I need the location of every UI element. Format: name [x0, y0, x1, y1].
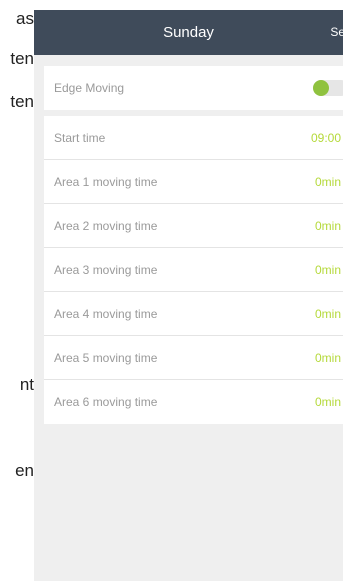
area-5-value: 0min — [314, 351, 341, 365]
start-time-value: 09:00 — [310, 131, 341, 145]
area-5-row[interactable]: Area 5 moving time 0min — [44, 336, 343, 380]
area-4-value: 0min — [314, 307, 341, 321]
save-button[interactable]: Se — [330, 10, 343, 55]
edge-moving-row[interactable]: Edge Moving — [44, 66, 343, 110]
side-text-2: ten — [10, 49, 34, 68]
area-4-row[interactable]: Area 4 moving time 0min — [44, 292, 343, 336]
edge-moving-label: Edge Moving — [54, 81, 125, 95]
side-text-1: as — [16, 9, 34, 28]
toggle-knob — [313, 80, 329, 96]
area-6-row[interactable]: Area 6 moving time 0min — [44, 380, 343, 424]
app-screen: Sunday Se Edge Moving Start time 09:00 A… — [34, 10, 343, 581]
area-6-value: 0min — [314, 395, 341, 409]
start-time-label: Start time — [54, 131, 106, 145]
top-bar: Sunday Se — [34, 10, 343, 55]
side-text-4: nt — [19, 375, 34, 394]
page-title: Sunday — [163, 24, 214, 41]
area-1-label: Area 1 moving time — [54, 175, 158, 189]
area-3-row[interactable]: Area 3 moving time 0min — [44, 248, 343, 292]
area-2-row[interactable]: Area 2 moving time 0min — [44, 204, 343, 248]
area-6-label: Area 6 moving time — [54, 395, 158, 409]
side-text-5: en — [15, 461, 34, 480]
area-3-value: 0min — [314, 263, 341, 277]
start-time-row[interactable]: Start time 09:00 — [44, 116, 343, 160]
area-5-label: Area 5 moving time — [54, 351, 158, 365]
edge-moving-toggle[interactable] — [313, 80, 343, 96]
area-2-value: 0min — [314, 219, 341, 233]
area-1-value: 0min — [314, 175, 341, 189]
area-2-label: Area 2 moving time — [54, 219, 158, 233]
area-3-label: Area 3 moving time — [54, 263, 158, 277]
area-1-row[interactable]: Area 1 moving time 0min — [44, 160, 343, 204]
area-4-label: Area 4 moving time — [54, 307, 158, 321]
side-text-3: ten — [10, 92, 34, 111]
